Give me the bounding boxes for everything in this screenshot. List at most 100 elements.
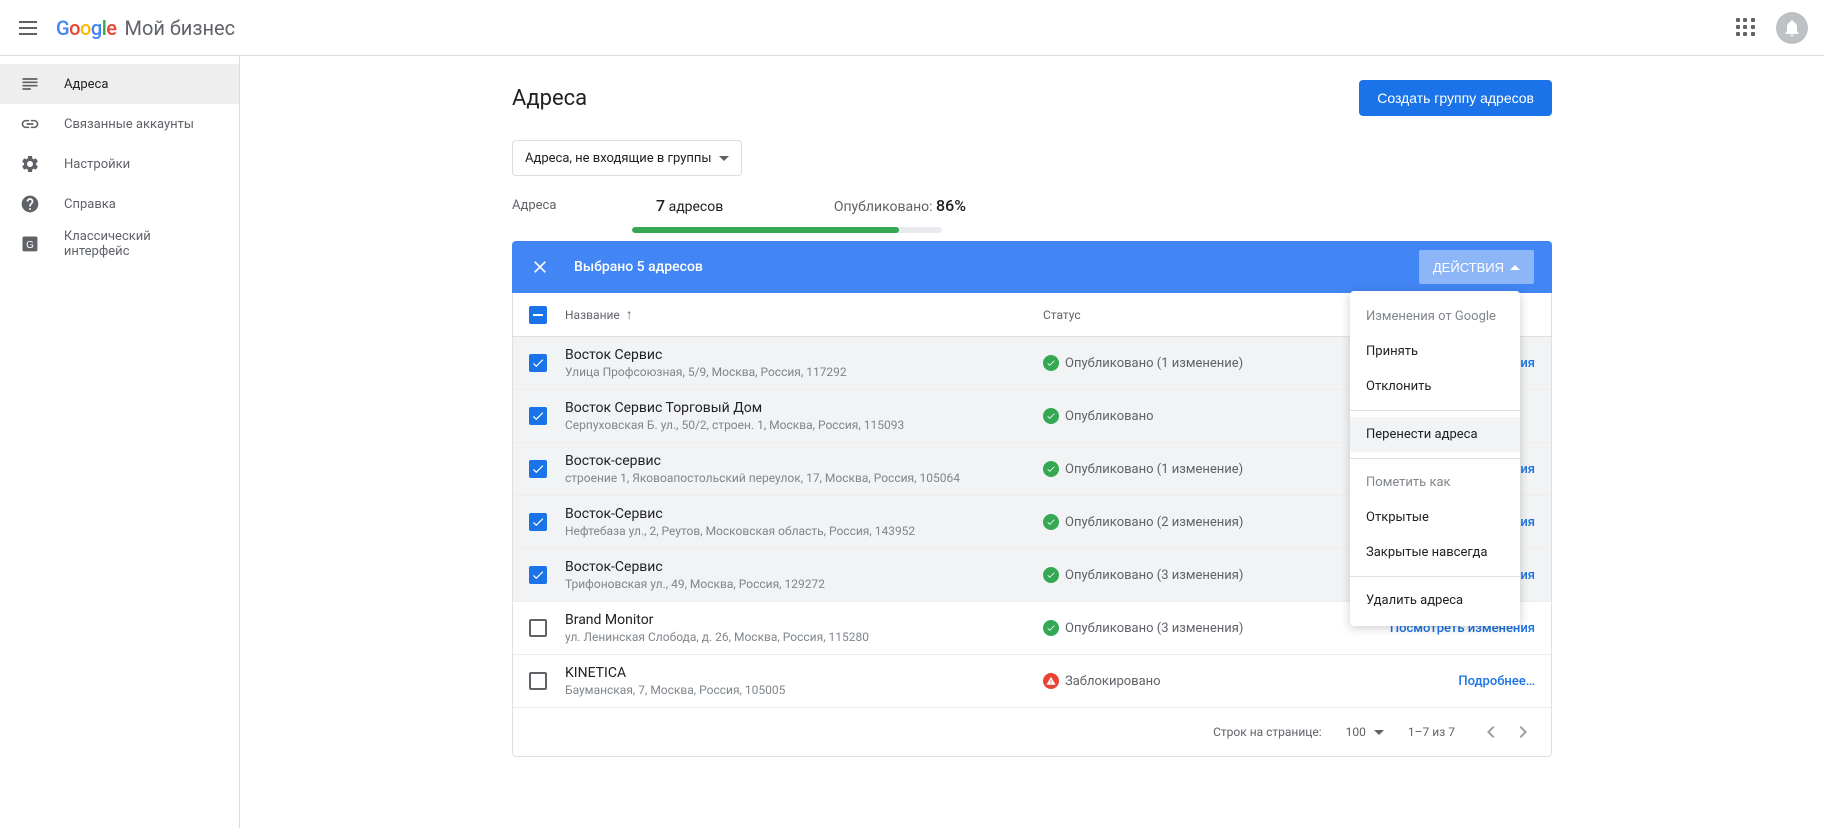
- classic-icon: G: [20, 234, 40, 254]
- status-text: Опубликовано (2 изменения): [1065, 515, 1243, 530]
- location-address: строение 1, Яковоапостольский переулок, …: [565, 471, 1025, 485]
- row-status-cell: Опубликовано (1 изменение): [1043, 355, 1283, 371]
- row-name-cell[interactable]: Восток Сервис Улица Профсоюзная, 5/9, Мос…: [565, 347, 1025, 379]
- row-action-cell: Подробнее…: [1301, 673, 1535, 689]
- row-status-cell: Опубликовано: [1043, 408, 1283, 424]
- row-status-cell: Заблокировано: [1043, 673, 1283, 689]
- status-text: Опубликовано: [1065, 409, 1154, 424]
- status-ok-icon: [1043, 355, 1059, 371]
- learn-more-link[interactable]: Подробнее…: [1458, 674, 1535, 689]
- row-name-cell[interactable]: KINETICA Бауманская, 7, Москва, Россия, 1…: [565, 665, 1025, 697]
- close-selection-icon[interactable]: [530, 257, 550, 277]
- menu-item-reject[interactable]: Отклонить: [1350, 369, 1520, 404]
- bell-icon: [1782, 18, 1802, 38]
- row-checkbox[interactable]: [529, 407, 547, 425]
- column-header-status[interactable]: Статус: [1043, 308, 1283, 322]
- column-header-name[interactable]: Название ↑: [565, 306, 1025, 323]
- actions-menu: Изменения от Google Принять Отклонить Пе…: [1350, 291, 1520, 626]
- apps-grid-icon[interactable]: [1736, 18, 1756, 38]
- page-size-selector[interactable]: 100: [1346, 725, 1384, 739]
- row-checkbox[interactable]: [529, 619, 547, 637]
- sidebar-item-label: Справка: [64, 197, 116, 212]
- sidebar-item-linked-accounts[interactable]: Связанные аккаунты: [0, 104, 239, 144]
- row-checkbox[interactable]: [529, 460, 547, 478]
- row-status-cell: Опубликовано (3 изменения): [1043, 567, 1283, 583]
- logo[interactable]: Google Мой бизнес: [56, 16, 235, 40]
- location-name: Восток-Сервис: [565, 559, 1025, 575]
- location-address: ул. Ленинская Слобода, д. 26, Москва, Ро…: [565, 630, 1025, 644]
- row-checkbox[interactable]: [529, 513, 547, 531]
- selection-count-text: Выбрано 5 адресов: [574, 259, 703, 275]
- row-checkbox[interactable]: [529, 672, 547, 690]
- chevron-down-icon: [719, 156, 729, 161]
- location-name: Восток-сервис: [565, 453, 1025, 469]
- row-name-cell[interactable]: Brand Monitorул. Ленинская Слобода, д. 2…: [565, 612, 1025, 644]
- location-name: KINETICA: [565, 665, 1025, 681]
- help-icon: [20, 194, 40, 214]
- sidebar-item-locations[interactable]: Адреса: [0, 64, 239, 104]
- status-ok-icon: [1043, 514, 1059, 530]
- menu-item-delete[interactable]: Удалить адреса: [1350, 583, 1520, 618]
- account-avatar[interactable]: [1776, 12, 1808, 44]
- location-address: Улица Профсоюзная, 5/9, Москва, Россия, …: [565, 365, 1025, 379]
- sidebar-item-label: Настройки: [64, 157, 130, 172]
- row-name-cell[interactable]: Восток-СервисНефтебаза ул., 2, Реутов, М…: [565, 506, 1025, 538]
- status-ok-icon: [1043, 620, 1059, 636]
- menu-divider: [1350, 576, 1520, 577]
- select-all-checkbox[interactable]: [529, 306, 547, 324]
- status-ok-icon: [1043, 461, 1059, 477]
- prev-page-button[interactable]: [1479, 720, 1503, 744]
- menu-section-header: Пометить как: [1350, 465, 1520, 500]
- status-text: Опубликовано (1 изменение): [1065, 462, 1243, 477]
- svg-text:G: G: [26, 240, 34, 251]
- menu-item-closed[interactable]: Закрытые навсегда: [1350, 535, 1520, 570]
- create-group-button[interactable]: Создать группу адресов: [1359, 80, 1552, 116]
- sidebar-item-label: Связанные аккаунты: [64, 117, 194, 132]
- page-title: Адреса: [512, 86, 587, 111]
- row-checkbox[interactable]: [529, 354, 547, 372]
- sidebar: Адреса Связанные аккаунты Настройки Спра…: [0, 56, 240, 828]
- row-name-cell[interactable]: Восток-СервисТрифоновская ул., 49, Москв…: [565, 559, 1025, 591]
- stats-section-label: Адреса: [512, 198, 632, 213]
- row-name-cell[interactable]: Восток-сервис строение 1, Яковоапостольск…: [565, 453, 1025, 485]
- status-blocked-icon: [1043, 673, 1059, 689]
- menu-item-transfer[interactable]: Перенести адреса: [1350, 417, 1520, 452]
- google-logo: Google: [56, 16, 117, 40]
- location-name: Восток Сервис: [565, 347, 1025, 363]
- row-status-cell: Опубликовано (3 изменения): [1043, 620, 1283, 636]
- sidebar-item-classic[interactable]: G Классический интерфейс: [0, 224, 239, 264]
- app-header: Google Мой бизнес: [0, 0, 1824, 56]
- row-checkbox[interactable]: [529, 566, 547, 584]
- row-name-cell[interactable]: Восток Сервис Торговый Дом Серпуховская Б…: [565, 400, 1025, 432]
- filter-label: Адреса, не входящие в группы: [525, 151, 711, 166]
- link-icon: [20, 114, 40, 134]
- locations-icon: [20, 74, 40, 94]
- table-row: KINETICA Бауманская, 7, Москва, Россия, 1…: [513, 655, 1551, 708]
- status-ok-icon: [1043, 408, 1059, 424]
- location-address: Бауманская, 7, Москва, Россия, 105005: [565, 683, 1025, 697]
- menu-item-accept[interactable]: Принять: [1350, 334, 1520, 369]
- chevron-down-icon: [1374, 730, 1384, 735]
- status-text: Опубликовано (3 изменения): [1065, 568, 1243, 583]
- menu-burger-icon[interactable]: [16, 16, 40, 40]
- row-status-cell: Опубликовано (2 изменения): [1043, 514, 1283, 530]
- sidebar-item-help[interactable]: Справка: [0, 184, 239, 224]
- status-text: Опубликовано (3 изменения): [1065, 621, 1243, 636]
- sidebar-item-settings[interactable]: Настройки: [0, 144, 239, 184]
- menu-item-open[interactable]: Открытые: [1350, 500, 1520, 535]
- selection-toolbar: Выбрано 5 адресов ДЕЙСТВИЯ: [512, 241, 1552, 293]
- menu-divider: [1350, 458, 1520, 459]
- location-name: Восток Сервис Торговый Дом: [565, 400, 1025, 416]
- sidebar-item-label: Классический интерфейс: [64, 229, 219, 259]
- sort-asc-icon: ↑: [626, 306, 633, 323]
- next-page-button[interactable]: [1511, 720, 1535, 744]
- table-footer: Строк на странице: 100 1–7 из 7: [513, 708, 1551, 756]
- location-address: Серпуховская Б. ул., 50/2, строен. 1, Мо…: [565, 418, 1025, 432]
- actions-menu-button[interactable]: ДЕЙСТВИЯ: [1419, 250, 1534, 284]
- status-ok-icon: [1043, 567, 1059, 583]
- chevron-up-icon: [1510, 265, 1520, 270]
- main-content: Адреса Создать группу адресов Адреса, не…: [240, 56, 1824, 828]
- product-name: Мой бизнес: [125, 16, 236, 40]
- location-address: Нефтебаза ул., 2, Реутов, Московская обл…: [565, 524, 1025, 538]
- group-filter-dropdown[interactable]: Адреса, не входящие в группы: [512, 140, 742, 176]
